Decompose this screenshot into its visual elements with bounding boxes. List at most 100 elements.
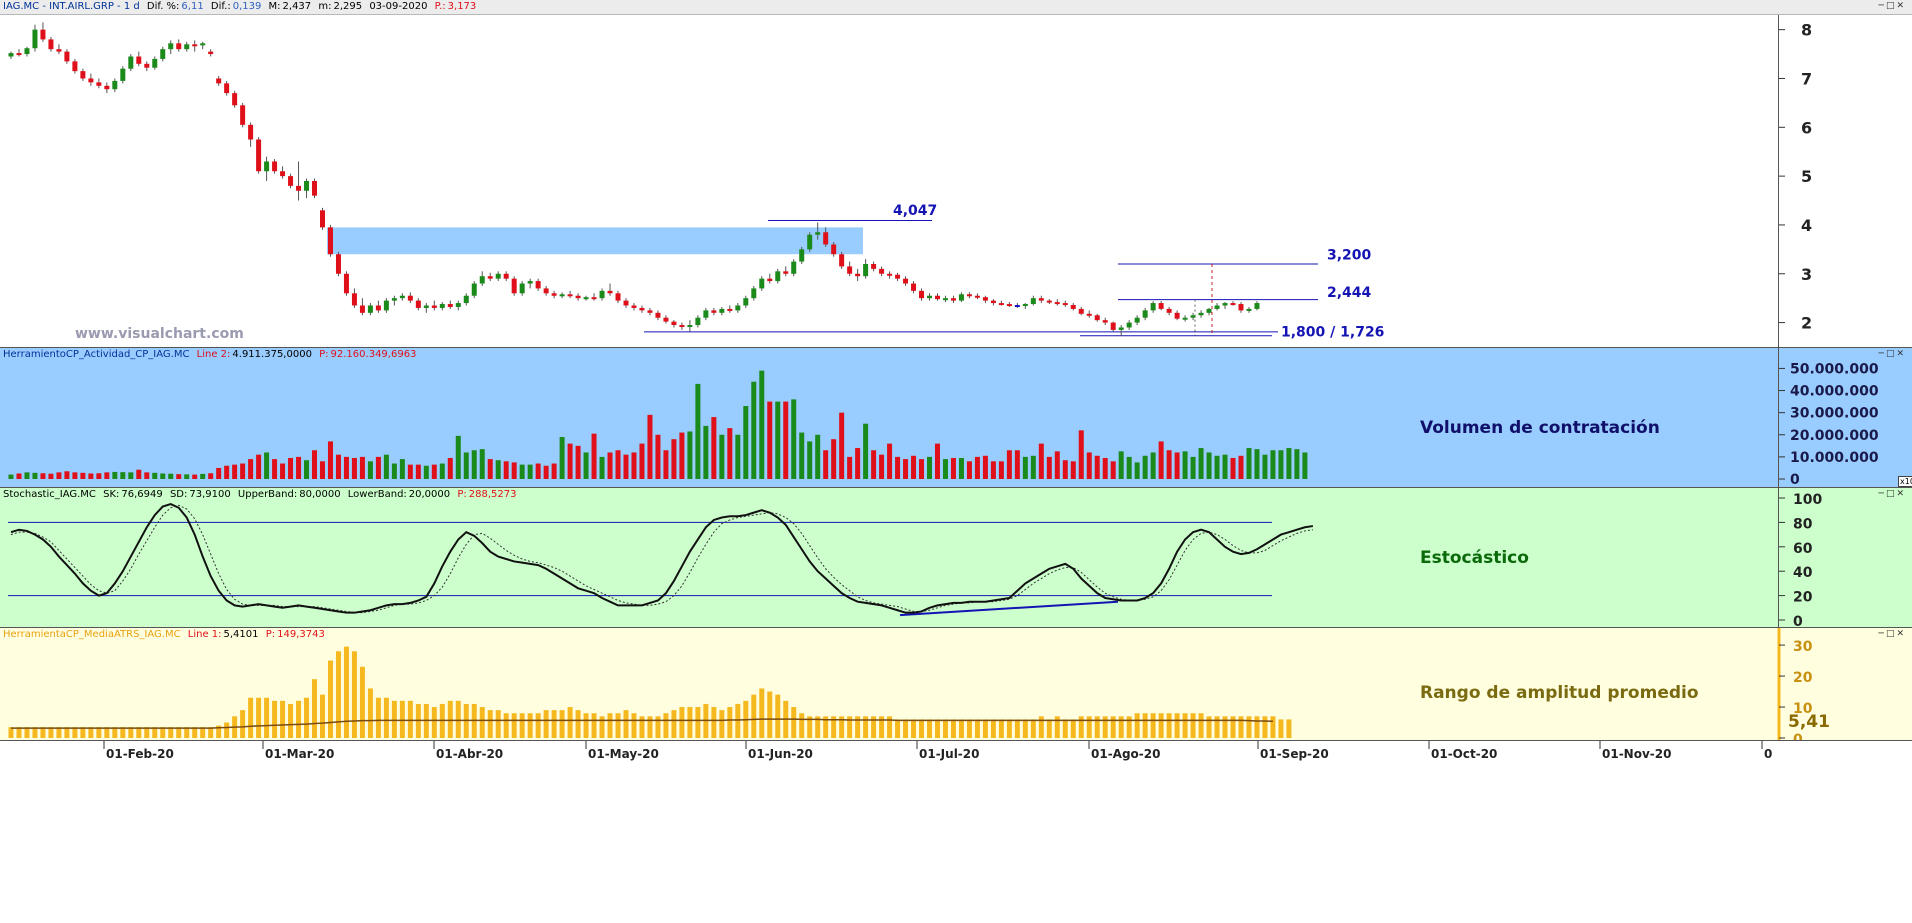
atr-bar	[1150, 713, 1156, 738]
volume-bar	[1206, 452, 1212, 479]
atr-bar	[551, 710, 557, 738]
volume-bar	[1198, 448, 1204, 479]
candle-body	[1198, 312, 1204, 316]
atr-bar	[663, 713, 669, 738]
volume-bar	[655, 434, 661, 479]
candle-body	[104, 85, 110, 90]
volume-bar	[272, 459, 278, 479]
candle-body	[919, 290, 925, 299]
volume-bar	[543, 465, 549, 479]
y-tick-label: 30	[1793, 639, 1813, 655]
candle-body	[1126, 322, 1132, 328]
candle-body	[256, 139, 262, 172]
candle-body	[447, 304, 453, 307]
candle-body	[1078, 308, 1084, 314]
volume-bar	[631, 452, 637, 479]
candle-body	[1046, 300, 1052, 303]
atr-bar	[1206, 716, 1212, 738]
candle-body	[375, 305, 381, 311]
volume-bar	[1158, 441, 1164, 479]
volume-bar	[847, 456, 853, 479]
candle-body	[439, 304, 445, 308]
x-tick-label: 01-Oct-20	[1431, 747, 1497, 761]
candle-body	[1094, 315, 1100, 321]
candle-body	[200, 43, 206, 46]
volume-bar	[16, 473, 22, 479]
candle-body	[703, 310, 709, 318]
volume-y-axis[interactable]: 50.000.000 40.000.000 30.000.000 20.000.000…	[1778, 348, 1912, 488]
candle-body	[583, 297, 589, 300]
volume-bar	[391, 463, 397, 479]
candle-body	[72, 61, 78, 72]
candle-body	[990, 300, 996, 304]
volume-bar	[96, 473, 102, 479]
atr-bar	[671, 710, 677, 738]
volume-bar	[232, 464, 238, 479]
y-tick-label: 7	[1801, 69, 1812, 88]
price-plot[interactable]: 4,047 3,200 2,444 1,800 / 1,726 www.visualc…	[0, 15, 1778, 347]
x-axis[interactable]: 01-Feb-20 01-Mar-20 01-Abr-20 01-May-20 01-J…	[0, 740, 1912, 923]
volume-bar	[296, 456, 302, 479]
volume-bar	[495, 460, 501, 479]
candle-body	[551, 293, 557, 296]
volume-plot[interactable]: Volumen de contratación	[0, 348, 1778, 487]
candle-body	[958, 294, 964, 301]
volume-bar	[639, 443, 645, 479]
x-tick-label: 01-Sep-20	[1260, 747, 1329, 761]
volume-bar	[511, 462, 517, 479]
volume-bar	[224, 465, 230, 479]
candle-body	[176, 43, 182, 50]
volume-bar	[679, 432, 685, 479]
volume-bar	[1006, 450, 1012, 479]
candle-body	[184, 44, 190, 50]
volume-bar	[950, 457, 956, 479]
volume-bar	[200, 473, 206, 479]
atr-bar	[751, 694, 757, 738]
volume-bar	[599, 456, 605, 479]
atr-plot[interactable]: Rango de amplitud promedio	[0, 628, 1778, 740]
candle-body	[367, 305, 373, 313]
volume-bar	[48, 473, 54, 479]
volume-bar	[64, 471, 70, 479]
candle-body	[1070, 305, 1076, 309]
candle-body	[711, 310, 717, 313]
dif-value: 0,139	[232, 1, 262, 12]
volume-bar	[1286, 448, 1292, 479]
stochastic-plot[interactable]: Estocástico	[0, 488, 1778, 627]
stochastic-y-axis[interactable]: 100 80 60 40 20 0	[1778, 488, 1912, 628]
volume-bar	[1110, 461, 1116, 479]
candle-body	[751, 288, 757, 299]
volume-bar	[399, 459, 405, 479]
volume-bar	[767, 401, 773, 479]
volume-bar	[1134, 462, 1140, 479]
volume-bar	[1302, 452, 1308, 479]
volume-bar	[927, 456, 933, 479]
candle-body	[272, 161, 278, 172]
candle-body	[192, 44, 198, 47]
volume-bar	[304, 460, 310, 479]
candle-body	[335, 254, 341, 274]
price-y-axis[interactable]: 8 7 6 5 4 3 2	[1778, 15, 1912, 347]
atr-bar	[1038, 716, 1044, 738]
volume-bar	[551, 463, 557, 479]
atr-bar	[575, 710, 581, 738]
volume-bar	[1270, 450, 1276, 479]
atr-bar	[934, 719, 940, 738]
volume-bar	[623, 454, 629, 479]
price-window-buttons[interactable]: ─□✕	[1879, 1, 1906, 12]
volume-bar	[240, 463, 246, 479]
atr-bar	[775, 694, 781, 738]
volume-bar	[871, 450, 877, 479]
atr-bar	[607, 713, 613, 738]
volume-bar	[1038, 443, 1044, 479]
volume-bar	[607, 452, 613, 479]
atr-bar	[383, 697, 389, 738]
volume-bar	[335, 454, 341, 479]
annotation-label: 1,800 / 1,726	[1281, 324, 1384, 340]
candle-body	[759, 278, 765, 289]
volume-bar	[1262, 454, 1268, 479]
candle-body	[791, 261, 797, 274]
atr-y-axis[interactable]: 3020100 5,41	[1777, 628, 1912, 741]
atr-bar	[503, 713, 509, 738]
candle-body	[112, 80, 118, 90]
